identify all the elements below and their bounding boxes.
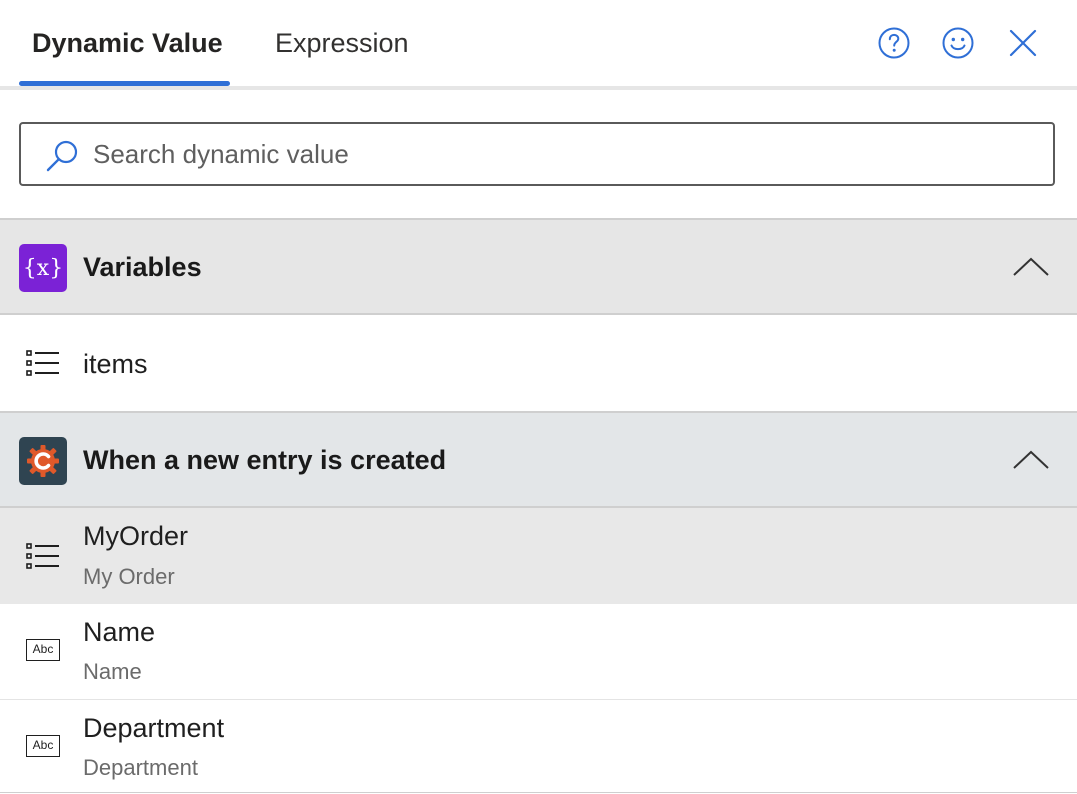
item-title: Name <box>83 617 156 647</box>
feedback-button[interactable] <box>941 26 975 60</box>
tab-dynamic-value[interactable]: Dynamic Value <box>32 26 223 60</box>
search-icon <box>46 140 78 172</box>
tab-expression[interactable]: Expression <box>275 26 409 60</box>
section-header-variables[interactable]: {x} Variables <box>0 218 1077 315</box>
chevron-up-icon[interactable] <box>1010 252 1052 280</box>
connector-gear-icon <box>19 437 67 485</box>
list-item-department[interactable]: Abc Department Department <box>0 700 1077 794</box>
text-abc-icon: Abc <box>26 735 60 757</box>
item-subtitle: My Order <box>83 564 175 589</box>
list-icon <box>26 543 59 569</box>
text-abc-icon: Abc <box>26 639 60 661</box>
variables-icon: {x} <box>19 244 67 292</box>
section-title: Variables <box>83 252 202 282</box>
item-title: MyOrder <box>83 521 189 551</box>
help-icon <box>878 27 910 59</box>
list-item-items[interactable]: items <box>0 315 1077 410</box>
help-button[interactable] <box>877 26 911 60</box>
item-subtitle: Name <box>83 659 142 684</box>
panel-header: Dynamic Value Expression <box>0 0 1077 90</box>
search-input[interactable] <box>93 132 1033 176</box>
chevron-up-icon[interactable] <box>1010 445 1052 473</box>
list-icon <box>26 350 59 376</box>
list-item-myorder[interactable]: MyOrder My Order <box>0 508 1077 604</box>
list-item-name[interactable]: Abc Name Name <box>0 604 1077 700</box>
item-subtitle: Department <box>83 755 198 780</box>
header-divider <box>0 86 1077 90</box>
row-divider <box>0 792 1077 793</box>
item-title: Department <box>83 713 225 743</box>
smiley-feedback-icon <box>942 27 974 59</box>
item-title: items <box>83 349 148 379</box>
search-box[interactable] <box>19 122 1055 186</box>
section-title: When a new entry is created <box>83 445 447 475</box>
close-button[interactable] <box>1006 26 1040 60</box>
section-header-when-new-entry[interactable]: When a new entry is created <box>0 411 1077 508</box>
close-icon <box>1009 29 1037 57</box>
